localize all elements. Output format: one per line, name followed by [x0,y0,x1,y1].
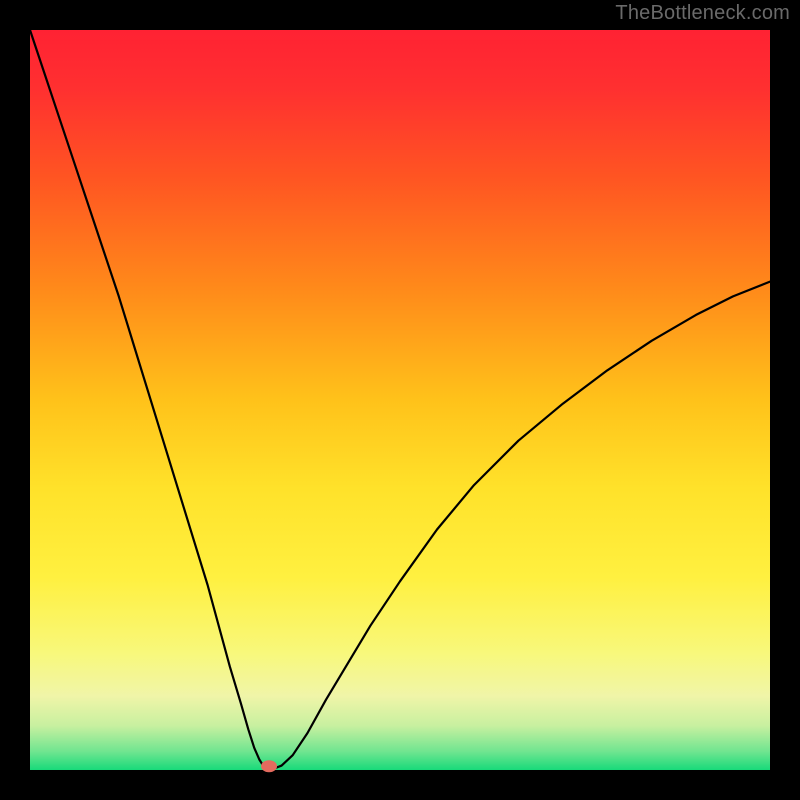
chart-frame: TheBottleneck.com [0,0,800,800]
watermark-text: TheBottleneck.com [615,2,790,25]
plot-background [30,30,770,770]
bottleneck-chart [0,0,800,800]
minimum-marker [261,760,277,772]
